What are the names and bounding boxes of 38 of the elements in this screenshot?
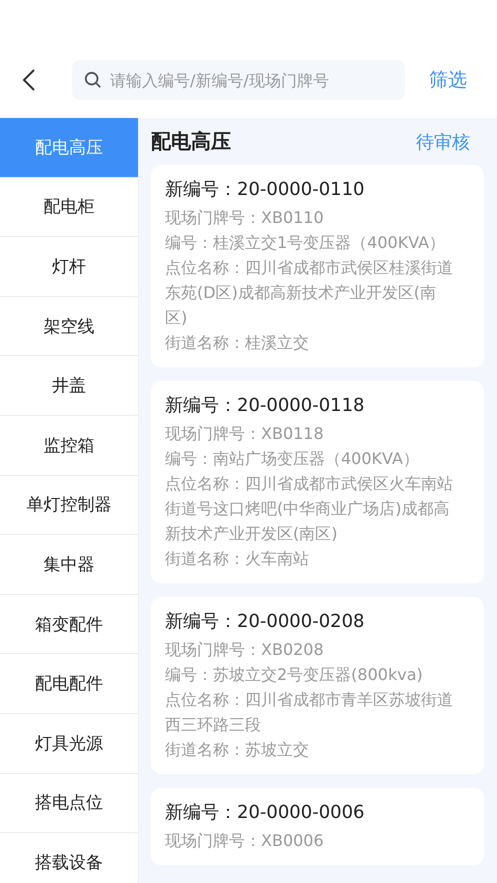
record-card[interactable]: 新编号：20-0000-0208 现场门牌号：XB0208 编号：苏坡立交2号变压器(800kva) 点位名称：四川省成都市青羊区苏坡街道西三环路三段 街道名称：苏坡立交	[151, 597, 484, 774]
back-icon[interactable]	[22, 68, 36, 92]
record-detail: 现场门牌号：XB0110	[165, 207, 325, 229]
sidebar-item[interactable]: 配电柜	[0, 178, 138, 238]
record-detail: 街道名称：火车南站	[165, 548, 310, 570]
record-detail: 点位名称：四川省成都市青羊区苏坡街道西三环路三段	[165, 689, 454, 736]
record-detail: 编号：桂溪立交1号变压器（400KVA）	[165, 232, 446, 254]
record-title: 新编号：20-0000-0006	[165, 801, 366, 825]
sidebar-item[interactable]: 箱变配件	[0, 594, 138, 654]
record-detail: 现场门牌号：XB0208	[165, 639, 325, 661]
sidebar-item[interactable]: 监控箱	[0, 416, 138, 476]
record-card[interactable]: 新编号：20-0000-0110 现场门牌号：XB0110 编号：桂溪立交1号变压器（400KVA） 点位名称：四川省成都市武侯区桂溪街道东苑(D区)成都高新技术产业开发区(南区) 街道名称：桂溪立交	[151, 165, 484, 367]
record-title: 新编号：20-0000-0118	[165, 394, 366, 418]
record-detail: 现场门牌号：XB0118	[165, 423, 325, 445]
record-detail: 点位名称：四川省成都市武侯区桂溪街道东苑(D区)成都高新技术产业开发区(南区)	[165, 257, 454, 329]
record-title: 新编号：20-0000-0110	[165, 178, 366, 202]
sidebar-item[interactable]: 配电配件	[0, 654, 138, 714]
search-icon	[84, 71, 102, 89]
sidebar-item[interactable]: 灯杆	[0, 237, 138, 297]
record-detail: 点位名称：四川省成都市武侯区火车南站街道号这口烤吧(中华商业广场店)成都高新技术产业开发区(南区)	[165, 473, 454, 545]
sidebar-item[interactable]: 井盖	[0, 356, 138, 416]
sidebar-item[interactable]: 集中器	[0, 535, 138, 595]
record-card[interactable]: 新编号：20-0000-0118 现场门牌号：XB0118 编号：南站广场变压器（400KVA） 点位名称：四川省成都市武侯区火车南站街道号这口烤吧(中华商业广场店)成都高新技术产业开发区(南区) 街道名称：火车南站	[151, 381, 484, 583]
sidebar-item[interactable]: 单灯控制器	[0, 476, 138, 536]
status-label: 待审核	[416, 130, 470, 154]
record-detail: 现场门牌号：XB0006	[165, 830, 325, 852]
record-detail: 编号：苏坡立交2号变压器(800kva)	[165, 664, 424, 686]
sidebar-item[interactable]: 搭电点位	[0, 774, 138, 834]
sidebar-item[interactable]: 搭载设备	[0, 833, 138, 883]
search-field[interactable]: 请输入编号/新编号/现场门牌号	[72, 60, 405, 100]
sidebar-item[interactable]: 架空线	[0, 296, 138, 356]
sidebar-item[interactable]: 灯具光源	[0, 714, 138, 774]
record-detail: 街道名称：苏坡立交	[165, 739, 310, 761]
record-title: 新编号：20-0000-0208	[165, 610, 366, 634]
record-card[interactable]: 新编号：20-0000-0006 现场门牌号：XB0006	[151, 788, 484, 865]
record-detail: 街道名称：桂溪立交	[165, 332, 310, 354]
section-title: 配电高压	[151, 128, 231, 155]
record-detail: 编号：南站广场变压器（400KVA）	[165, 448, 420, 470]
